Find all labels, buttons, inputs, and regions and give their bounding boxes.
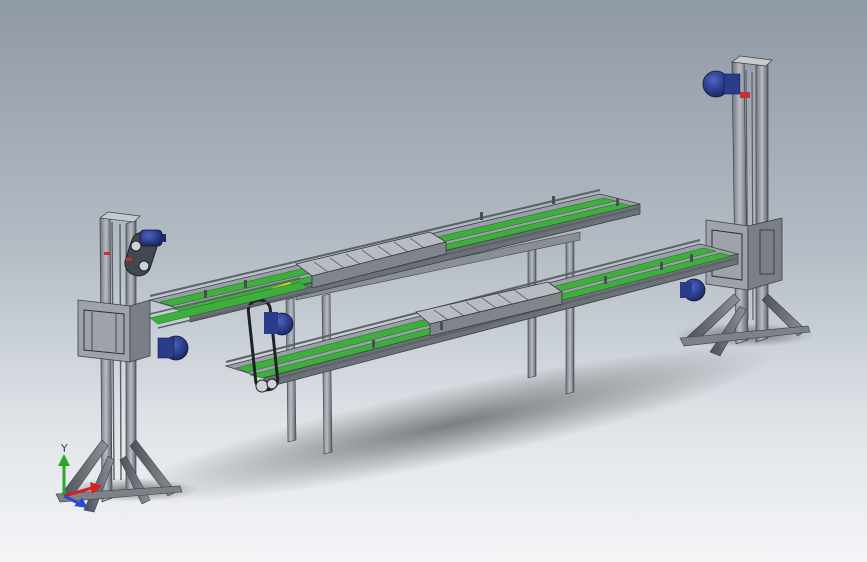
cad-viewport[interactable]: Y (0, 0, 867, 562)
y-axis-label: Y (60, 442, 68, 455)
conveyor-assembly-model[interactable] (0, 0, 867, 562)
coordinate-triad: Y (58, 442, 102, 508)
right-lift-tower[interactable] (679, 55, 811, 357)
sensor-indicator (104, 252, 110, 255)
x-axis-arrow (63, 486, 93, 498)
left-top-motor (139, 229, 163, 247)
